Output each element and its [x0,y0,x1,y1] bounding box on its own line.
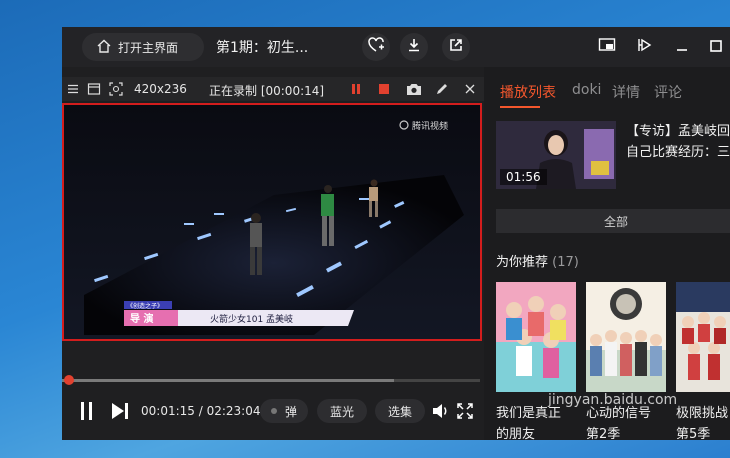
baidu-watermark: jingyan.baidu.com [548,392,677,408]
active-tab-indicator [500,106,540,108]
fullscreen-icon[interactable] [457,403,473,423]
recommend-card-2[interactable] [586,282,666,392]
recommend-poster-2 [586,282,666,392]
recommend-heading: 为你推荐 (17) [496,251,579,270]
recommend-title-3-line2: 第5季 [676,427,711,442]
quality-label: 蓝光 [329,404,354,419]
time-display: 00:01:15 / 02:23:04 [141,404,261,418]
pin-button[interactable] [634,37,654,57]
minimize-button[interactable] [672,37,692,57]
menu-icon[interactable] [65,81,81,97]
maximize-button[interactable] [706,37,726,57]
recommend-poster-3 [676,282,730,392]
download-button[interactable] [400,33,428,61]
episode-title: 第1期：初生... [216,40,309,56]
favorite-button[interactable] [362,33,390,61]
pause-record-button[interactable] [348,81,364,97]
episode-title-text[interactable]: 【专访】孟美岐回 自己比赛经历：三 [626,121,730,163]
video-frame-scene: 腾讯视频 《创造之子》 导 演 火箭少女101 孟美岐 [64,105,480,339]
recommend-title-2-line2: 第2季 [586,427,621,442]
recommend-heading-label: 为你推荐 [496,255,549,270]
video-area[interactable]: 腾讯视频 《创造之子》 导 演 火箭少女101 孟美岐 [62,103,482,341]
recommend-title-1[interactable]: 我们是真正 的朋友 [496,403,561,445]
close-recorder-button[interactable] [462,81,478,97]
recommend-count: (17) [552,255,579,270]
camera-icon[interactable] [406,81,422,97]
mini-mode-button[interactable] [597,37,617,57]
recommend-poster-1 [496,282,576,392]
recording-resolution: 420x236 [134,82,187,96]
stop-record-button[interactable] [376,81,392,97]
pin-icon [636,37,652,57]
title-bar: 打开主界面 第1期：初生... [62,27,730,67]
maximize-icon [709,38,723,57]
progress-buffer [62,379,394,382]
episode-title-line2: 自己比赛经历：三 [626,145,730,160]
progress-handle[interactable] [64,375,74,385]
episodes-label: 选集 [387,404,412,419]
caption-name: 火箭少女101 孟美岐 [210,313,293,325]
share-icon [448,37,464,57]
pen-icon[interactable] [434,81,450,97]
recommend-card-3[interactable] [676,282,730,392]
recommend-title-1-line2: 的朋友 [496,427,536,442]
recording-status: 正在录制 [00:00:14] [209,84,325,98]
pause-button[interactable] [78,401,96,425]
tab-comments[interactable]: 评论 [654,82,682,102]
tab-doki[interactable]: doki [572,82,601,98]
recorder-toolbar: 420x236 正在录制 [00:00:14] [62,77,484,101]
video-logo-text: 腾讯视频 [412,120,448,132]
recommend-card-1[interactable] [496,282,576,392]
tab-details[interactable]: 详情 [612,82,640,102]
all-episodes-label: 全部 [603,214,628,229]
recommend-title-3-line1: 极限挑战 [676,406,729,421]
share-button[interactable] [442,33,470,61]
download-icon [406,37,422,57]
player-controls: 00:01:15 / 02:23:04 弹 蓝光 选集 [62,387,484,433]
caption-role: 导 演 [130,312,153,325]
heart-plus-icon [367,36,385,58]
episode-thumbnail[interactable]: 01:56 [496,121,616,189]
side-panel: 播放列表 doki 详情 评论 01:56 【专访】孟美岐回 自己比赛经历：三 … [484,67,730,442]
watermark-text: jingyan.baidu.com [548,392,678,408]
tab-playlist[interactable]: 播放列表 [500,82,556,102]
window-icon[interactable] [86,81,102,97]
episode-title-line1: 【专访】孟美岐回 [626,124,730,139]
region-select-icon[interactable] [108,81,124,97]
home-icon [96,38,112,57]
caption-tag: 《创造之子》 [127,302,163,310]
player-window: 打开主界面 第1期：初生... 420x236 正在录制 [00:00:14] … [62,27,730,442]
all-episodes-button[interactable]: 全部 [496,209,730,233]
open-main-label: 打开主界面 [118,40,179,55]
volume-icon[interactable] [432,403,450,423]
progress-bar[interactable] [62,375,480,385]
picture-in-picture-icon [598,37,616,57]
quality-button[interactable]: 蓝光 [317,399,367,423]
danmu-toggle[interactable]: 弹 [260,399,308,423]
open-main-button[interactable]: 打开主界面 [82,33,204,61]
recommend-title-3[interactable]: 极限挑战 第5季 [676,403,728,445]
danmu-dot-icon [270,408,277,414]
recommend-title-2[interactable]: 心动的信号 第2季 [586,403,651,445]
minimize-icon [675,38,689,57]
episodes-button[interactable]: 选集 [375,399,425,423]
danmu-label: 弹 [284,404,297,419]
next-episode-button[interactable] [110,401,130,425]
episode-duration: 01:56 [500,169,547,185]
